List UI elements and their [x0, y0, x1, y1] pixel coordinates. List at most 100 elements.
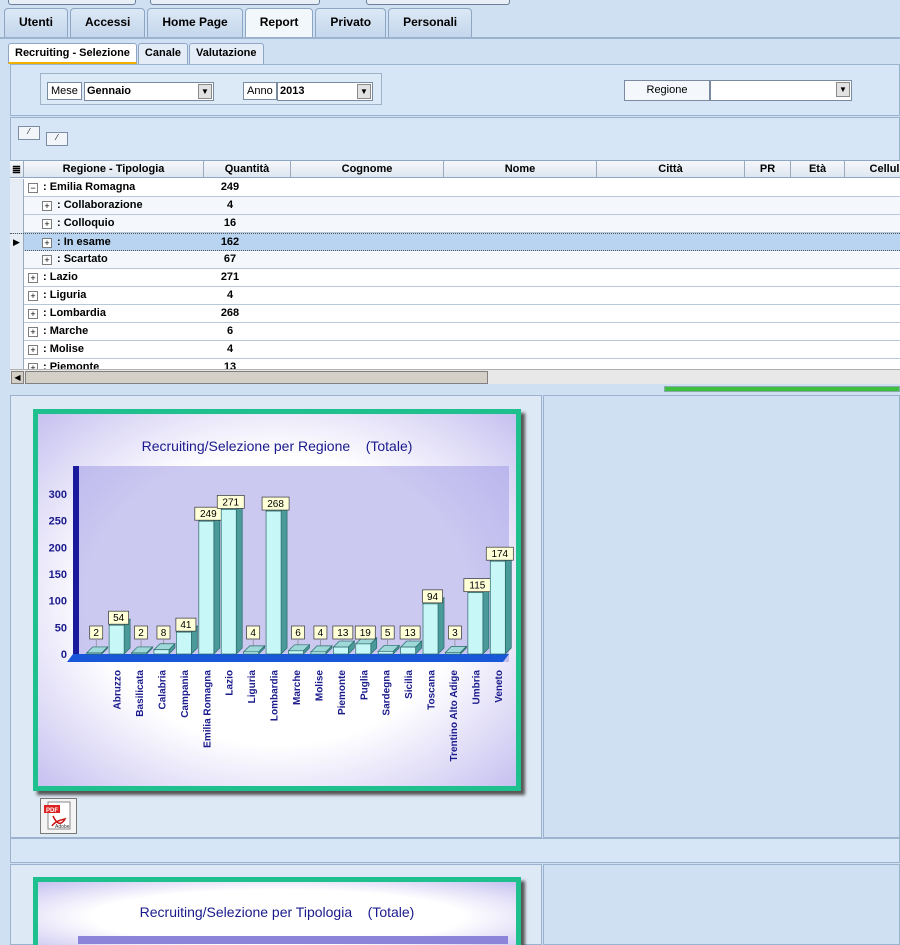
data-label: 249 [200, 509, 217, 520]
bar [108, 624, 125, 655]
column-header-città[interactable]: Città [597, 161, 745, 178]
tree-row[interactable]: +: Lazio 271 [10, 269, 900, 287]
horizontal-scrollbar[interactable]: ◀ [10, 369, 900, 384]
bar [310, 651, 327, 655]
y-axis-wall [73, 466, 79, 660]
column-header-nome[interactable]: Nome [444, 161, 597, 178]
x-tick-label: Veneto [494, 670, 505, 703]
expand-node-icon[interactable]: + [42, 255, 52, 265]
column-header-età[interactable]: Età [791, 161, 845, 178]
pdf-icon: PDF Adobe [44, 801, 71, 830]
anno-select[interactable]: 2013 ▼ [277, 82, 373, 101]
tree-row[interactable]: +: Liguria 4 [10, 287, 900, 305]
row-label: : Collaborazione [57, 199, 143, 211]
subtab-recruiting-selezione[interactable]: Recruiting - Selezione [8, 43, 137, 64]
chevron-down-icon[interactable]: ▼ [357, 84, 371, 99]
progress-fill [665, 387, 899, 391]
x-tick-label: Piemonte [337, 670, 348, 715]
x-tick-label: Lazio [225, 670, 236, 696]
data-label: 6 [295, 628, 301, 639]
expand-node-icon[interactable]: + [28, 345, 38, 355]
scrollbar-thumb[interactable] [25, 371, 488, 384]
top-button-stub-3[interactable] [366, 0, 510, 5]
tree-child-row[interactable]: +: Colloquio 16 [10, 215, 900, 233]
chevron-down-icon[interactable]: ▼ [198, 84, 212, 99]
report-grid: ≣ Regione - Tipologia Quantità Cognome Nome… [10, 160, 900, 370]
plot-floor [67, 654, 509, 662]
row-selector[interactable] [10, 305, 24, 323]
tree-row[interactable]: −: Emilia Romagna 249 [10, 179, 900, 197]
row-pointer-icon[interactable]: ▶ [10, 234, 24, 252]
row-selector[interactable] [10, 287, 24, 305]
scroll-left-icon[interactable]: ◀ [11, 371, 24, 384]
tab-personali[interactable]: Personali [388, 8, 473, 38]
row-quantity: 268 [220, 307, 240, 319]
subtab-valutazione[interactable]: Valutazione [189, 43, 264, 64]
expand-node-icon[interactable]: + [42, 201, 52, 211]
expand-node-icon[interactable]: + [42, 219, 52, 229]
bar-side [437, 597, 445, 655]
svg-text:PDF: PDF [46, 808, 58, 814]
grid-menu-icon[interactable]: ≣ [10, 161, 24, 178]
regione-select[interactable]: ▼ [710, 80, 852, 101]
top-button-stub-2[interactable] [150, 0, 320, 5]
expand-node-icon[interactable]: + [28, 291, 38, 301]
column-header-cognome[interactable]: Cognome [291, 161, 444, 178]
tree-row[interactable]: +: Marche 6 [10, 323, 900, 341]
column-header-cellul[interactable]: Cellul [845, 161, 900, 178]
tree-child-row[interactable]: + : Collaborazione 4 [10, 197, 900, 215]
data-label: 115 [469, 581, 485, 592]
expand-icon[interactable]: ⁄ [46, 132, 68, 146]
tree-child-row[interactable]: +: Scartato 67 [10, 251, 900, 269]
tab-accessi[interactable]: Accessi [70, 8, 146, 38]
row-label: : Lombardia [43, 307, 106, 319]
row-quantity: 271 [220, 271, 240, 283]
x-tick-label: Calabria [157, 670, 168, 710]
expand-node-icon[interactable]: + [28, 327, 38, 337]
bar-side [213, 514, 221, 655]
top-button-stub-1[interactable] [8, 0, 136, 5]
row-selector[interactable] [10, 251, 24, 269]
chevron-down-icon[interactable]: ▼ [836, 82, 850, 97]
row-selector[interactable] [10, 269, 24, 287]
x-tick-label: Trentino Alto Adige [449, 670, 460, 762]
tab-utenti[interactable]: Utenti [4, 8, 68, 38]
data-label: 4 [250, 628, 256, 639]
expand-node-icon[interactable]: + [28, 273, 38, 283]
y-tick-label: 300 [49, 489, 67, 501]
data-label: 13 [337, 628, 349, 639]
anno-label: Anno [243, 82, 277, 100]
expand-node-icon[interactable]: + [28, 309, 38, 319]
subtab-canale[interactable]: Canale [137, 43, 188, 64]
mese-select[interactable]: Gennaio ▼ [84, 82, 214, 101]
collapse-node-icon[interactable]: − [28, 183, 38, 193]
data-label: 94 [427, 592, 439, 603]
tree-row[interactable]: +: Molise 4 [10, 341, 900, 359]
bar [332, 646, 349, 655]
tab-home-page[interactable]: Home Page [147, 8, 243, 38]
row-selector[interactable] [10, 341, 24, 359]
regione-label: Regione [624, 80, 710, 101]
sub-tab-bar: Recruiting - Selezione Canale Valutazione [8, 43, 265, 64]
expand-node-icon[interactable]: + [42, 238, 52, 248]
data-label: 8 [161, 628, 167, 639]
bar [445, 652, 461, 655]
row-label: : Colloquio [57, 217, 115, 229]
column-header-quantità[interactable]: Quantità [204, 161, 291, 178]
row-selector[interactable] [10, 323, 24, 341]
export-pdf-button[interactable]: PDF Adobe [40, 798, 77, 834]
y-tick-label: 250 [49, 516, 67, 528]
row-quantity: 4 [226, 199, 234, 211]
tree-row[interactable]: + : Lombardia 268 [10, 305, 900, 323]
row-selector[interactable] [10, 215, 24, 233]
chart-regione-card: Recruiting/Selezione per Regione (Totale… [33, 409, 521, 791]
column-header-pr[interactable]: PR [745, 161, 791, 178]
row-selector[interactable] [10, 197, 24, 215]
column-header-regione-tipologia[interactable]: Regione - Tipologia [24, 161, 204, 178]
data-label: 41 [180, 620, 192, 631]
tree-child-row[interactable]: ▶ +: In esame 162 [10, 233, 900, 252]
tab-report[interactable]: Report [244, 8, 314, 39]
collapse-icon[interactable]: ⁄ [18, 126, 40, 140]
tab-privato[interactable]: Privato [315, 8, 387, 38]
row-selector[interactable] [10, 179, 24, 197]
